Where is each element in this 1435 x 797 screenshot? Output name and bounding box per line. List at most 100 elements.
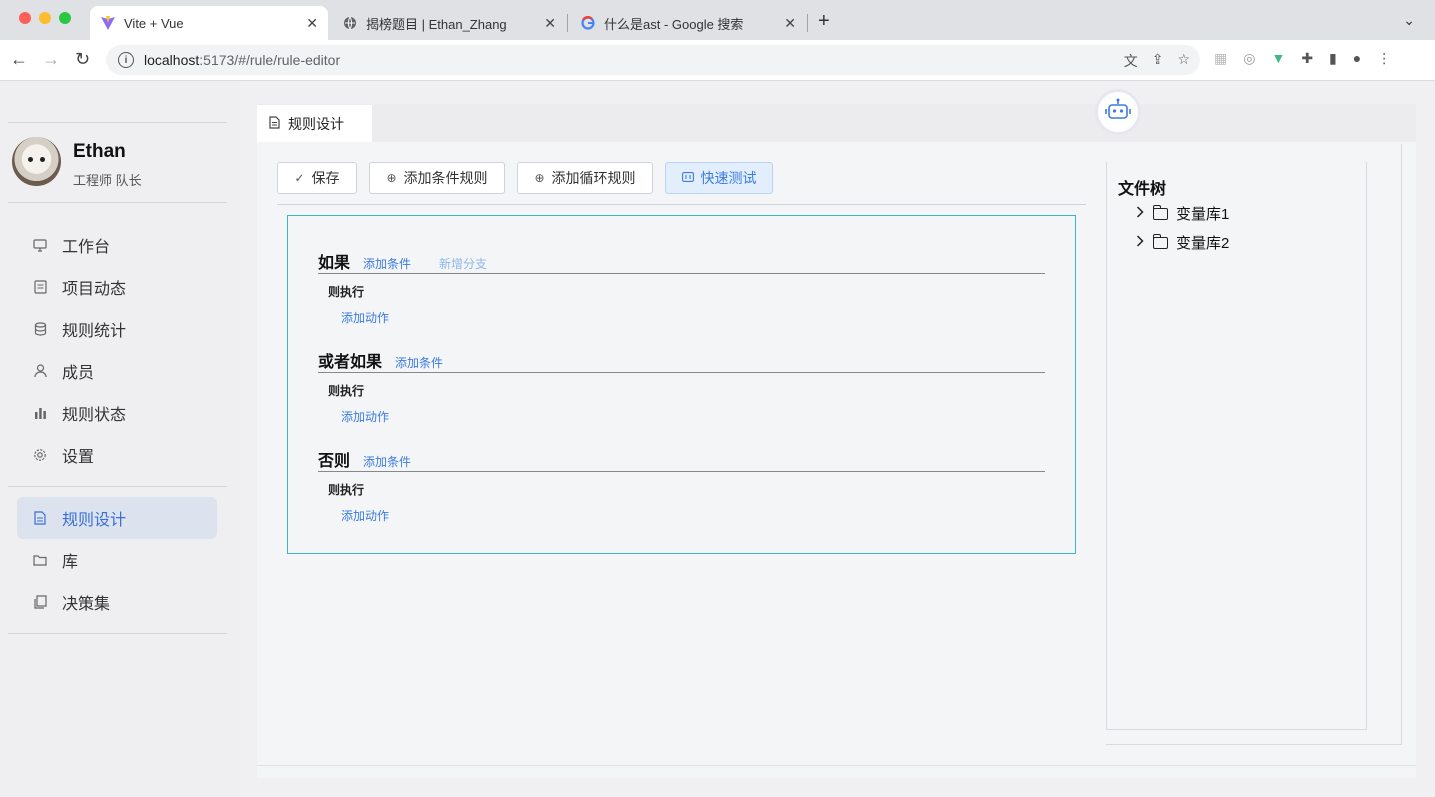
back-icon[interactable]: ← <box>10 49 28 70</box>
main-content: 规则设计 ✓ 保存 ⊕ 添加条件规则 ⊕ 添加循环规则 快速测试 如果 添加条件… <box>257 89 1416 778</box>
add-action-link[interactable]: 添加动作 <box>341 309 389 326</box>
tab-rule-design[interactable]: 规则设计 <box>257 105 372 142</box>
tab-separator <box>807 14 808 32</box>
sidebar-item-label: 决策集 <box>62 596 111 613</box>
sidebar-item-label: 成员 <box>62 365 95 382</box>
if-section-header: 如果 添加条件 新增分支 <box>318 249 515 273</box>
close-icon[interactable]: ✕ <box>784 15 796 32</box>
star-icon[interactable]: ☆ <box>1177 51 1190 71</box>
sidebar-item-decision-set[interactable]: 决策集 <box>17 581 217 623</box>
sidebar-item-label: 设置 <box>62 449 95 466</box>
tree-item-label: 变量库1 <box>1176 206 1230 223</box>
sidebar-item-workbench[interactable]: 工作台 <box>17 224 217 266</box>
profile-role: 工程师 队长 <box>73 173 142 188</box>
if-title: 如果 <box>318 255 351 272</box>
document-icon <box>32 510 48 526</box>
then-label: 则执行 <box>328 483 365 497</box>
divider <box>8 122 227 123</box>
sidebar-item-library[interactable]: 库 <box>17 539 217 581</box>
robot-assistant-button[interactable] <box>1095 89 1141 135</box>
extension-grid-icon[interactable]: ▦ <box>1214 50 1227 67</box>
sidebar-item-rule-design[interactable]: 规则设计 <box>17 497 217 539</box>
folder-icon <box>32 552 48 568</box>
close-icon[interactable]: ✕ <box>544 15 556 32</box>
more-icon[interactable]: ⋮ <box>1377 50 1391 67</box>
then-label: 则执行 <box>328 285 365 299</box>
tree-item-var-lib-1[interactable]: 变量库1 <box>1136 203 1229 224</box>
chevron-right-icon[interactable] <box>1136 206 1144 221</box>
info-icon[interactable]: i <box>118 52 134 68</box>
profile-name: Ethan <box>73 141 126 162</box>
robot-icon <box>1104 98 1132 127</box>
chevron-down-icon[interactable]: ⌄ <box>1403 12 1415 29</box>
save-button[interactable]: ✓ 保存 <box>277 162 357 194</box>
sidebar-item-label: 库 <box>62 554 79 571</box>
news-icon <box>32 279 48 295</box>
extension-circle-icon[interactable]: ◎ <box>1243 50 1255 67</box>
sidebar-item-label: 项目动态 <box>62 281 127 298</box>
plus-circle-icon: ⊕ <box>534 171 545 185</box>
reload-icon[interactable]: ↻ <box>75 49 90 70</box>
check-icon: ✓ <box>294 171 305 185</box>
else-if-title: 或者如果 <box>318 354 383 371</box>
database-icon <box>32 321 48 337</box>
divider <box>277 204 1086 205</box>
add-action-link[interactable]: 添加动作 <box>341 408 389 425</box>
browser-tab-google[interactable]: 什么是ast - Google 搜索 ✕ <box>570 6 806 40</box>
close-window-button[interactable] <box>19 12 31 24</box>
chevron-right-icon[interactable] <box>1136 235 1144 250</box>
vite-icon <box>100 15 116 31</box>
sidebar-item-label: 规则统计 <box>62 323 127 340</box>
copy-icon <box>32 594 48 610</box>
sidebar-item-label: 规则设计 <box>62 512 127 529</box>
tab-separator <box>567 14 568 32</box>
divider <box>318 372 1045 373</box>
address-bar[interactable]: i localhost:5173/#/rule/rule-editor 文 ⇪ … <box>106 45 1200 75</box>
close-icon[interactable]: ✕ <box>306 15 318 32</box>
share-icon[interactable]: ⇪ <box>1152 51 1164 71</box>
add-condition-link[interactable]: 添加条件 <box>363 453 411 470</box>
forward-icon[interactable]: → <box>42 49 60 70</box>
tab-label: 规则设计 <box>288 115 344 132</box>
rule-editor: 如果 添加条件 新增分支 则执行 添加动作 或者如果 添加条件 则执行 添加动作… <box>287 215 1076 554</box>
sidebar-item-rule-stats[interactable]: 规则统计 <box>17 308 217 350</box>
maximize-window-button[interactable] <box>59 12 71 24</box>
divider <box>8 633 227 634</box>
browser-tab-vite[interactable]: Vite + Vue ✕ <box>90 6 328 40</box>
user-icon <box>32 363 48 379</box>
tab-title: 揭榜题目 | Ethan_Zhang <box>366 16 507 32</box>
add-condition-rule-button[interactable]: ⊕ 添加条件规则 <box>369 162 505 194</box>
monitor-icon <box>32 237 48 253</box>
google-icon <box>580 15 596 31</box>
browser-toolbar: ← → ↻ i localhost:5173/#/rule/rule-edito… <box>0 40 1435 81</box>
translate-icon[interactable]: 文 <box>1124 51 1138 71</box>
divider <box>8 486 227 487</box>
sidebar-item-members[interactable]: 成员 <box>17 350 217 392</box>
add-condition-link[interactable]: 添加条件 <box>363 255 411 272</box>
add-condition-link[interactable]: 添加条件 <box>395 354 443 371</box>
sidepanel-icon[interactable]: ▮ <box>1329 50 1337 67</box>
quick-test-button[interactable]: 快速测试 <box>665 162 773 194</box>
url-text[interactable]: localhost:5173/#/rule/rule-editor <box>144 52 340 68</box>
sidebar-item-settings[interactable]: 设置 <box>17 434 217 476</box>
globe-icon <box>342 15 358 31</box>
new-tab-icon[interactable]: + <box>818 10 830 33</box>
plus-circle-icon: ⊕ <box>386 171 397 185</box>
profile-icon[interactable]: ● <box>1353 50 1361 67</box>
puzzle-icon[interactable]: ✚ <box>1301 50 1313 67</box>
test-icon <box>681 171 694 185</box>
sidebar-item-rule-status[interactable]: 规则状态 <box>17 392 217 434</box>
minimize-window-button[interactable] <box>39 12 51 24</box>
vue-devtools-icon[interactable]: ▼ <box>1271 50 1285 67</box>
folder-icon <box>1153 204 1168 220</box>
browser-tab-ethan[interactable]: 揭榜题目 | Ethan_Zhang ✕ <box>332 6 566 40</box>
divider <box>257 765 1416 766</box>
avatar[interactable] <box>12 137 61 186</box>
add-branch-link[interactable]: 新增分支 <box>439 255 487 272</box>
add-action-link[interactable]: 添加动作 <box>341 507 389 524</box>
tree-item-var-lib-2[interactable]: 变量库2 <box>1136 232 1229 253</box>
add-loop-rule-button[interactable]: ⊕ 添加循环规则 <box>517 162 653 194</box>
sidebar-item-project-news[interactable]: 项目动态 <box>17 266 217 308</box>
else-title: 否则 <box>318 453 351 470</box>
divider <box>318 273 1045 274</box>
